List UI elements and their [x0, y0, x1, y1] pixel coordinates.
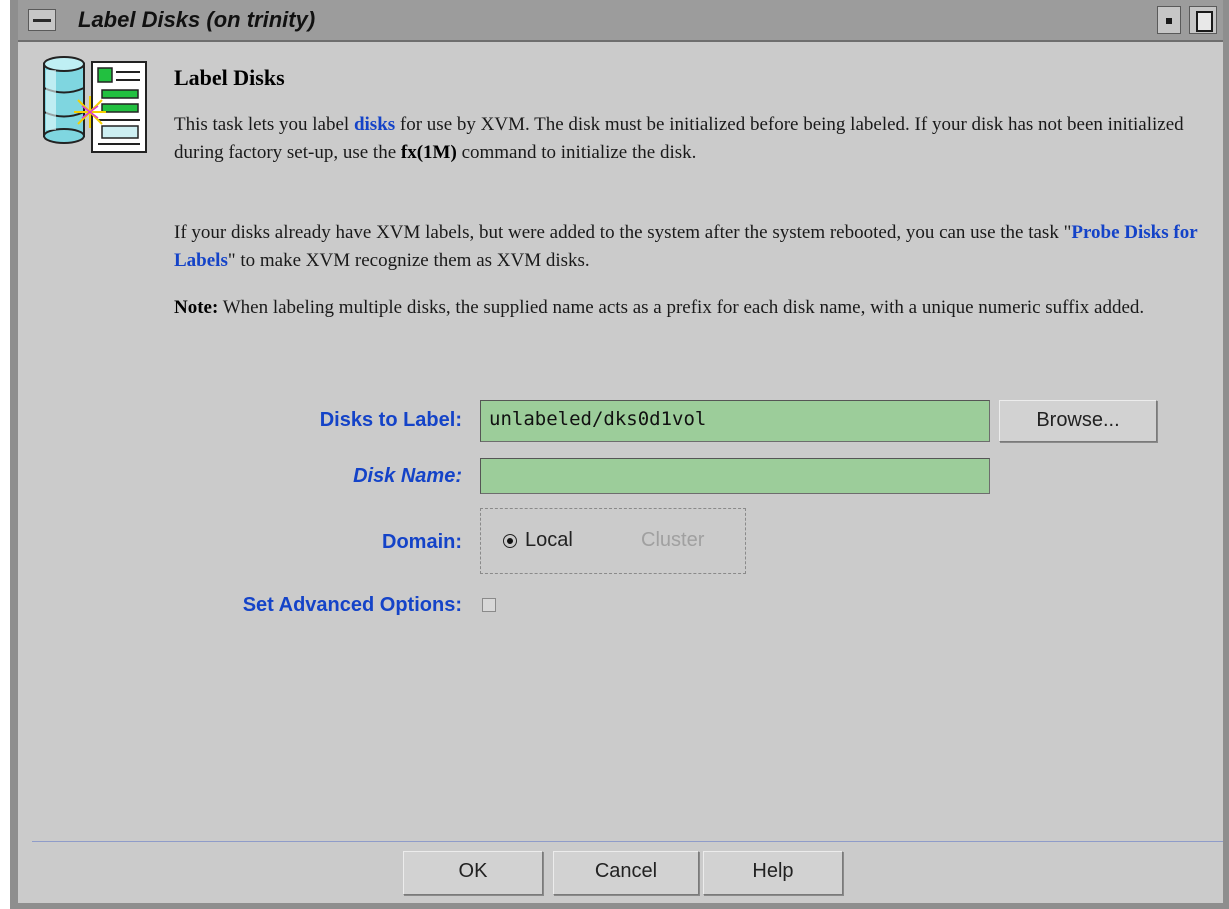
p1-text-a: This task lets you label [174, 114, 354, 135]
p2-text-b: " to make XVM recognize them as XVM disk… [227, 250, 590, 271]
page-heading: Label Disks [174, 65, 285, 90]
disks-to-label-field[interactable]: unlabeled/dks0d1vol [480, 400, 990, 442]
p2-text-a: If your disks already have XVM labels, b… [174, 222, 1072, 243]
ok-button[interactable]: OK [403, 851, 543, 895]
disk-name-field[interactable] [480, 458, 990, 494]
window-menu-button[interactable] [28, 9, 56, 31]
domain-local-radio[interactable]: Local [503, 529, 573, 552]
advanced-options-label: Set Advanced Options: [242, 594, 462, 616]
disks-to-label-label: Disks to Label: [319, 409, 462, 431]
title-bar[interactable]: Label Disks (on trinity) [18, 0, 1223, 42]
footer-divider [32, 841, 1223, 842]
fx-command: fx(1M) [400, 142, 457, 163]
radio-selected-icon [503, 533, 517, 548]
disks-link[interactable]: disks [354, 114, 395, 135]
maximize-button[interactable] [1189, 6, 1217, 34]
label-disks-window: Label Disks (on trinity) Label Disks Thi… [10, 0, 1229, 909]
window-title: Label Disks (on trinity) [78, 7, 316, 32]
disk-label-icon [40, 50, 152, 162]
help-button[interactable]: Help [703, 851, 843, 895]
description-paragraph-1: This task lets you label disks for use b… [174, 111, 1204, 167]
disk-name-label: Disk Name: [353, 465, 462, 487]
browse-button[interactable]: Browse... [999, 400, 1157, 442]
p3-text: When labeling multiple disks, the suppli… [218, 297, 1145, 318]
description-paragraph-2: If your disks already have XVM labels, b… [174, 219, 1204, 275]
domain-cluster-radio: Cluster [641, 529, 705, 551]
p1-text-c: command to initialize the disk. [456, 142, 697, 163]
description-paragraph-3: Note: When labeling multiple disks, the … [174, 294, 1204, 322]
note-label: Note: [174, 297, 219, 318]
advanced-options-checkbox[interactable] [482, 598, 496, 612]
minimize-button[interactable] [1157, 6, 1181, 34]
domain-label: Domain: [382, 531, 462, 553]
cancel-button[interactable]: Cancel [553, 851, 699, 895]
domain-radio-group: Local Cluster [480, 508, 746, 574]
domain-local-label: Local [525, 529, 573, 551]
